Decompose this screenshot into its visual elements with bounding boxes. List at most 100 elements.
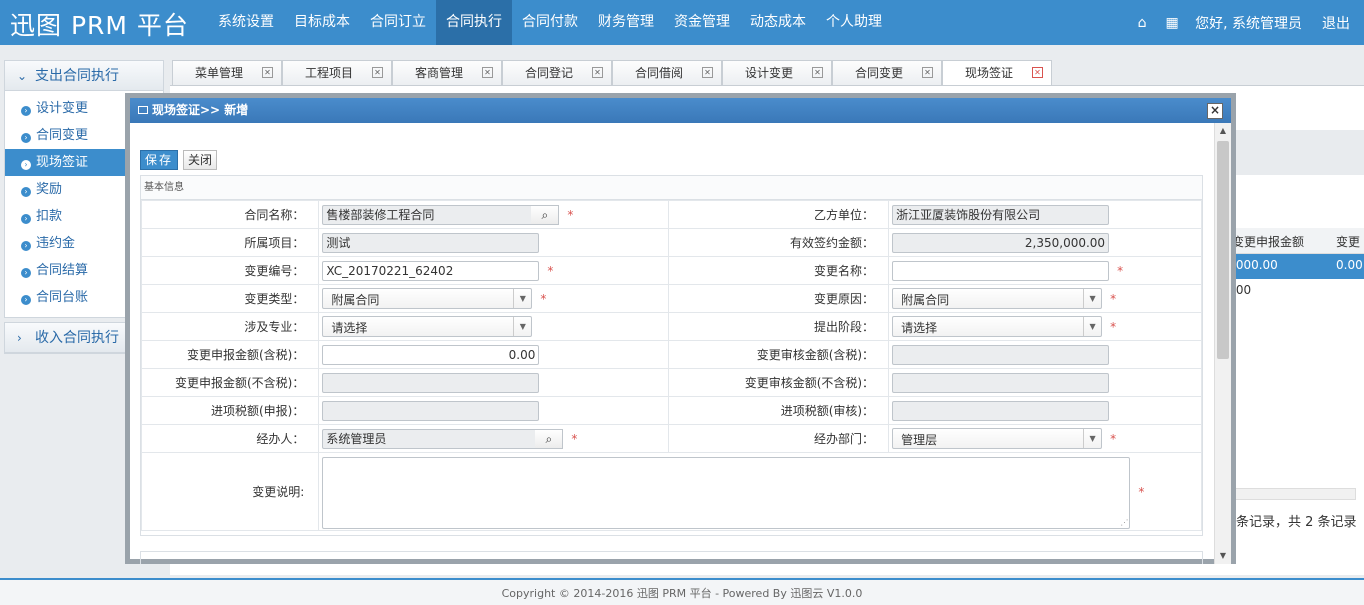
nav-item-target-cost[interactable]: 目标成本	[284, 0, 360, 45]
change-name-label: 变更名称：	[668, 256, 890, 285]
close-icon[interactable]: ✕	[812, 67, 823, 78]
main-nav: 系统设置 目标成本 合同订立 合同执行 合同付款 财务管理 资金管理 动态成本 …	[208, 0, 892, 45]
audited-notax-label: 变更审核金额(不含税)：	[668, 368, 890, 397]
arrow-circle-icon: ›	[21, 241, 31, 251]
scroll-thumb[interactable]	[1217, 141, 1229, 359]
contract-name-field: 售楼部装修工程合同	[322, 204, 536, 225]
table-row[interactable]: .000.00 0.00	[1226, 254, 1364, 279]
section-title: 基本信息	[141, 176, 1202, 200]
close-icon[interactable]: ✕	[702, 67, 713, 78]
chevron-down-icon: ⌄	[17, 69, 28, 83]
dept-label: 经办部门：	[668, 424, 890, 453]
modal-close-button[interactable]: ×	[1207, 103, 1223, 119]
chevron-right-icon: ›	[17, 331, 22, 345]
change-reason-select[interactable]: 附属合同 ▼	[892, 288, 1103, 309]
grid-header: 变更申报金额 变更	[1226, 228, 1364, 254]
search-icon[interactable]: ⌕	[535, 428, 564, 449]
close-icon[interactable]: ✕	[1032, 67, 1043, 78]
declared-notax-field	[322, 372, 540, 393]
arrow-circle-icon: ›	[21, 295, 31, 305]
grid-col-declared[interactable]: 变更申报金额	[1232, 233, 1304, 250]
close-icon[interactable]: ✕	[482, 67, 493, 78]
nav-item-funds[interactable]: 资金管理	[664, 0, 740, 45]
close-icon[interactable]: ✕	[922, 67, 933, 78]
nav-item-contract-signing[interactable]: 合同订立	[360, 0, 436, 45]
close-icon[interactable]: ✕	[262, 67, 273, 78]
declared-notax-label: 变更申报金额(不含税)：	[140, 368, 320, 397]
chevron-down-icon: ▼	[513, 289, 531, 308]
contract-name-label: 合同名称：	[140, 200, 320, 229]
search-icon[interactable]: ⌕	[531, 204, 560, 225]
input-tax-audited-field	[892, 400, 1110, 421]
grid-col-change[interactable]: 变更	[1336, 233, 1360, 250]
modal-dialog: 现场签证>> 新增 × 保存 关闭 基本信息 合同名称： 售楼部装修工程合同 ⌕ *…	[125, 93, 1236, 564]
tab-design-change[interactable]: 设计变更 ✕	[722, 60, 832, 85]
logout-link[interactable]: 退出	[1322, 13, 1350, 33]
modal-body: 保存 关闭 基本信息 合同名称： 售楼部装修工程合同 ⌕ * 乙方单位： 浙江亚厦装…	[130, 123, 1214, 564]
nav-item-dynamic-cost[interactable]: 动态成本	[740, 0, 816, 45]
home-icon[interactable]: ⌂	[1127, 15, 1157, 31]
nav-item-contract-payment[interactable]: 合同付款	[512, 0, 588, 45]
chevron-down-icon: ▼	[1083, 289, 1101, 308]
valid-amount-field: 2,350,000.00	[892, 232, 1110, 253]
project-field: 测试	[322, 232, 540, 253]
change-no-input[interactable]: XC_20170221_62402	[322, 260, 540, 281]
nav-item-system-settings[interactable]: 系统设置	[208, 0, 284, 45]
nav-item-personal-assistant[interactable]: 个人助理	[816, 0, 892, 45]
declared-tax-label: 变更申报金额(含税)：	[140, 340, 320, 369]
change-name-input[interactable]	[892, 260, 1110, 281]
nav-item-finance[interactable]: 财务管理	[588, 0, 664, 45]
valid-amount-label: 有效签约金额：	[668, 228, 890, 257]
tab-projects[interactable]: 工程项目 ✕	[282, 60, 392, 85]
change-reason-label: 变更原因：	[668, 284, 890, 313]
tab-menu-management[interactable]: 菜单管理 ✕	[172, 60, 282, 85]
description-textarea[interactable]: ⋰	[322, 457, 1131, 529]
tab-contract-borrow[interactable]: 合同借阅 ✕	[612, 60, 722, 85]
input-tax-declared-field	[322, 400, 540, 421]
chevron-down-icon: ▼	[1083, 429, 1101, 448]
footer: Copyright © 2014-2016 迅图 PRM 平台 - Powere…	[0, 578, 1364, 605]
window-icon	[138, 106, 148, 114]
tab-contract-change[interactable]: 合同变更 ✕	[832, 60, 942, 85]
chevron-down-icon: ▼	[1083, 317, 1101, 336]
background-search-panel	[1226, 130, 1364, 175]
modal-titlebar[interactable]: 现场签证>> 新增	[130, 98, 1231, 123]
grid-icon[interactable]: ▦	[1157, 15, 1187, 31]
save-button[interactable]: 保存	[140, 150, 179, 170]
scroll-down-icon[interactable]: ▼	[1215, 548, 1231, 564]
modal-window: 现场签证>> 新增 × 保存 关闭 基本信息 合同名称： 售楼部装修工程合同 ⌕ *…	[130, 98, 1231, 564]
change-type-select[interactable]: 附属合同 ▼	[322, 288, 533, 309]
pager-info: 条记录，共 2 条记录	[1236, 515, 1357, 530]
party-b-field: 浙江亚厦装饰股份有限公司	[892, 204, 1110, 225]
audited-tax-field	[892, 344, 1110, 365]
sidebar-section-expense[interactable]: ⌄ 支出合同执行	[5, 61, 163, 91]
tab-vendors[interactable]: 客商管理 ✕	[392, 60, 502, 85]
description-label: 变更说明:	[140, 452, 320, 531]
top-right-area: ⌂ ▦ 您好, 系统管理员 退出	[1127, 0, 1364, 45]
close-icon[interactable]: ✕	[372, 67, 383, 78]
nav-item-contract-execution[interactable]: 合同执行	[436, 0, 512, 45]
specialty-select[interactable]: 请选择 ▼	[322, 316, 533, 337]
stage-label: 提出阶段：	[668, 312, 890, 341]
party-b-label: 乙方单位：	[668, 200, 890, 229]
input-tax-declared-label: 进项税额(申报)：	[140, 396, 320, 425]
close-button[interactable]: 关闭	[183, 150, 218, 170]
stage-select[interactable]: 请选择 ▼	[892, 316, 1103, 337]
vertical-scrollbar[interactable]: ▲ ▼	[1214, 123, 1231, 564]
resize-grip-icon[interactable]: ⋰	[1120, 518, 1128, 527]
close-icon[interactable]: ✕	[592, 67, 603, 78]
table-row[interactable]: .00	[1226, 279, 1364, 304]
tab-contract-register[interactable]: 合同登记 ✕	[502, 60, 612, 85]
arrow-circle-icon: ›	[21, 160, 31, 170]
app-title: 迅图 PRM 平台	[10, 11, 189, 40]
scroll-up-icon[interactable]: ▲	[1215, 123, 1231, 139]
dept-select[interactable]: 管理层 ▼	[892, 428, 1103, 449]
specialty-label: 涉及专业：	[140, 312, 320, 341]
handler-field: 系统管理员	[322, 428, 540, 449]
top-navbar: 迅图 PRM 平台 系统设置 目标成本 合同订立 合同执行 合同付款 财务管理 …	[0, 0, 1364, 45]
arrow-circle-icon: ›	[21, 106, 31, 116]
horizontal-scrollbar[interactable]	[1226, 488, 1356, 500]
tab-strip: 菜单管理 ✕ 工程项目 ✕ 客商管理 ✕ 合同登记 ✕ 合同借阅 ✕ 设计变更 ✕ 合同变更…	[172, 60, 1052, 85]
declared-tax-input[interactable]: 0.00	[322, 344, 540, 365]
tab-site-visa[interactable]: 现场签证 ✕	[942, 60, 1052, 85]
